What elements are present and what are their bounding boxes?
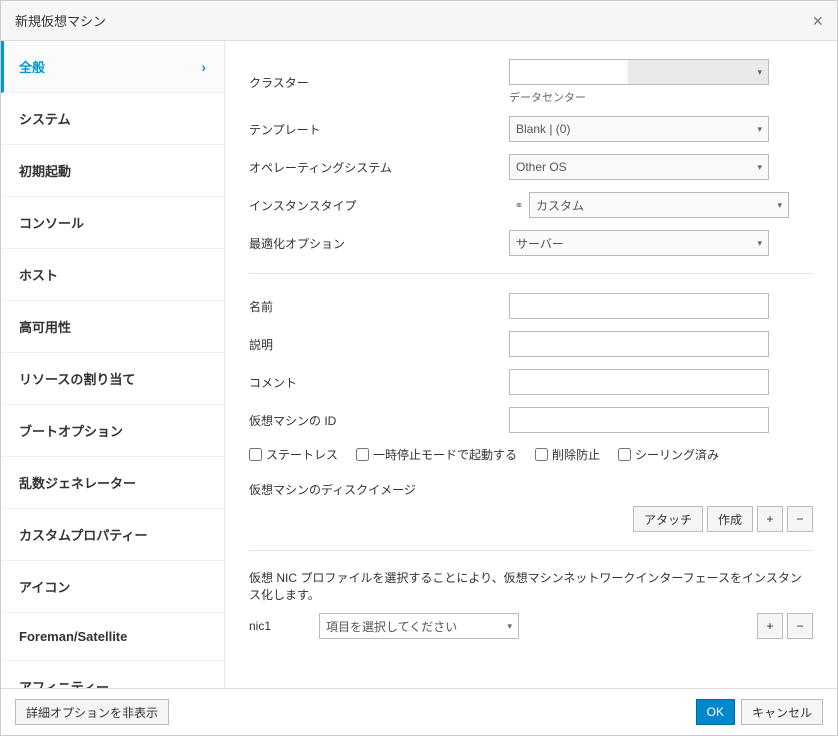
description-input[interactable] — [509, 331, 769, 357]
description-label: 説明 — [249, 336, 509, 353]
delete-protect-checkbox[interactable] — [535, 448, 548, 461]
chevron-right-icon: › — [201, 59, 206, 75]
sidebar-item-initial-run[interactable]: 初期起動 — [1, 145, 224, 197]
instance-type-value: カスタム — [536, 197, 584, 214]
template-label: テンプレート — [249, 121, 509, 138]
stateless-checkbox[interactable] — [249, 448, 262, 461]
close-icon[interactable]: × — [812, 12, 823, 30]
sidebar-item-resource-allocation[interactable]: リソースの割り当て — [1, 353, 224, 405]
template-select[interactable]: Blank | (0) ▾ — [509, 116, 769, 142]
dialog-header: 新規仮想マシン × — [1, 1, 837, 41]
sidebar-item-label: カスタムプロパティー — [19, 525, 147, 544]
sidebar-item-label: 全般 — [19, 57, 45, 76]
chain-link-icon: ⚭ — [509, 199, 529, 212]
sidebar-item-label: アイコン — [19, 577, 70, 596]
caret-down-icon: ▾ — [757, 238, 762, 249]
optimize-label: 最適化オプション — [249, 235, 509, 252]
delete-protect-checkbox-label[interactable]: 削除防止 — [535, 446, 600, 463]
sidebar-item-label: ホスト — [19, 265, 58, 284]
vm-id-input[interactable] — [509, 407, 769, 433]
sealed-checkbox[interactable] — [618, 448, 631, 461]
hide-advanced-button[interactable]: 詳細オプションを非表示 — [15, 699, 169, 725]
name-label: 名前 — [249, 298, 509, 315]
attach-button[interactable]: アタッチ — [633, 506, 703, 532]
cancel-button[interactable]: キャンセル — [741, 699, 823, 725]
instance-type-label: インスタンスタイプ — [249, 197, 509, 214]
nic1-select[interactable]: 項目を選択してください ▾ — [319, 613, 519, 639]
sidebar-item-affinity[interactable]: アフィニティー — [1, 661, 224, 688]
create-button[interactable]: 作成 — [707, 506, 753, 532]
sidebar-item-label: ブートオプション — [19, 421, 123, 440]
name-input[interactable] — [509, 293, 769, 319]
sidebar-item-console[interactable]: コンソール — [1, 197, 224, 249]
optimize-value: サーバー — [516, 235, 564, 252]
optimize-select[interactable]: サーバー ▾ — [509, 230, 769, 256]
sidebar-item-system[interactable]: システム — [1, 93, 224, 145]
sidebar-item-foreman-satellite[interactable]: Foreman/Satellite — [1, 613, 224, 661]
divider — [249, 550, 813, 551]
caret-down-icon: ▾ — [757, 162, 762, 173]
sidebar-item-label: 初期起動 — [19, 161, 71, 180]
sidebar-item-label: 高可用性 — [19, 317, 71, 336]
os-select[interactable]: Other OS ▾ — [509, 154, 769, 180]
ok-button[interactable]: OK — [696, 699, 735, 725]
nic1-label: nic1 — [249, 619, 309, 633]
add-nic-button[interactable]: + — [757, 613, 783, 639]
stateless-checkbox-label[interactable]: ステートレス — [249, 446, 338, 463]
comment-label: コメント — [249, 374, 509, 391]
sidebar-item-label: リソースの割り当て — [19, 369, 135, 388]
datacenter-sublabel: データセンター — [509, 89, 813, 105]
content-area: クラスター ▾ データセンター テンプレート Blank | (0) ▾ — [225, 41, 837, 688]
cluster-select[interactable]: ▾ — [509, 59, 769, 85]
start-paused-checkbox[interactable] — [356, 448, 369, 461]
remove-nic-button[interactable]: − — [787, 613, 813, 639]
sidebar-item-label: システム — [19, 109, 71, 128]
nic-note: 仮想 NIC プロファイルを選択することにより、仮想マシンネットワークインターフ… — [249, 569, 813, 603]
caret-down-icon: ▾ — [507, 621, 512, 632]
remove-disk-button[interactable]: − — [787, 506, 813, 532]
divider — [249, 273, 813, 274]
sidebar-item-icon[interactable]: アイコン — [1, 561, 224, 613]
dialog-title: 新規仮想マシン — [15, 11, 106, 30]
sidebar: 全般 › システム 初期起動 コンソール ホスト 高可用性 リソースの割り当て … — [1, 41, 225, 688]
sealed-checkbox-label[interactable]: シーリング済み — [618, 446, 719, 463]
instance-type-select[interactable]: カスタム ▾ — [529, 192, 789, 218]
sidebar-item-random-generator[interactable]: 乱数ジェネレーター — [1, 457, 224, 509]
vm-id-label: 仮想マシンの ID — [249, 412, 509, 429]
nic1-select-placeholder: 項目を選択してください — [326, 618, 457, 635]
comment-input[interactable] — [509, 369, 769, 395]
sidebar-item-custom-properties[interactable]: カスタムプロパティー — [1, 509, 224, 561]
sidebar-item-label: コンソール — [19, 213, 84, 232]
cluster-label: クラスター — [249, 74, 509, 91]
caret-down-icon: ▾ — [777, 200, 782, 211]
sidebar-item-general[interactable]: 全般 › — [1, 41, 224, 93]
caret-down-icon: ▾ — [757, 67, 762, 78]
sidebar-item-boot-options[interactable]: ブートオプション — [1, 405, 224, 457]
start-paused-checkbox-label[interactable]: 一時停止モードで起動する — [356, 446, 517, 463]
os-label: オペレーティングシステム — [249, 159, 509, 176]
template-value: Blank | (0) — [516, 122, 570, 136]
sidebar-item-high-availability[interactable]: 高可用性 — [1, 301, 224, 353]
disk-image-label: 仮想マシンのディスクイメージ — [249, 481, 813, 498]
sidebar-item-label: 乱数ジェネレーター — [19, 473, 136, 492]
sidebar-item-label: Foreman/Satellite — [19, 629, 127, 644]
os-value: Other OS — [516, 160, 567, 174]
caret-down-icon: ▾ — [757, 124, 762, 135]
sidebar-item-label: アフィニティー — [19, 677, 109, 688]
add-disk-button[interactable]: + — [757, 506, 783, 532]
dialog-footer: 詳細オプションを非表示 OK キャンセル — [1, 688, 837, 735]
new-vm-dialog: 新規仮想マシン × 全般 › システム 初期起動 コンソール ホスト 高可用性 … — [0, 0, 838, 736]
sidebar-item-host[interactable]: ホスト — [1, 249, 224, 301]
